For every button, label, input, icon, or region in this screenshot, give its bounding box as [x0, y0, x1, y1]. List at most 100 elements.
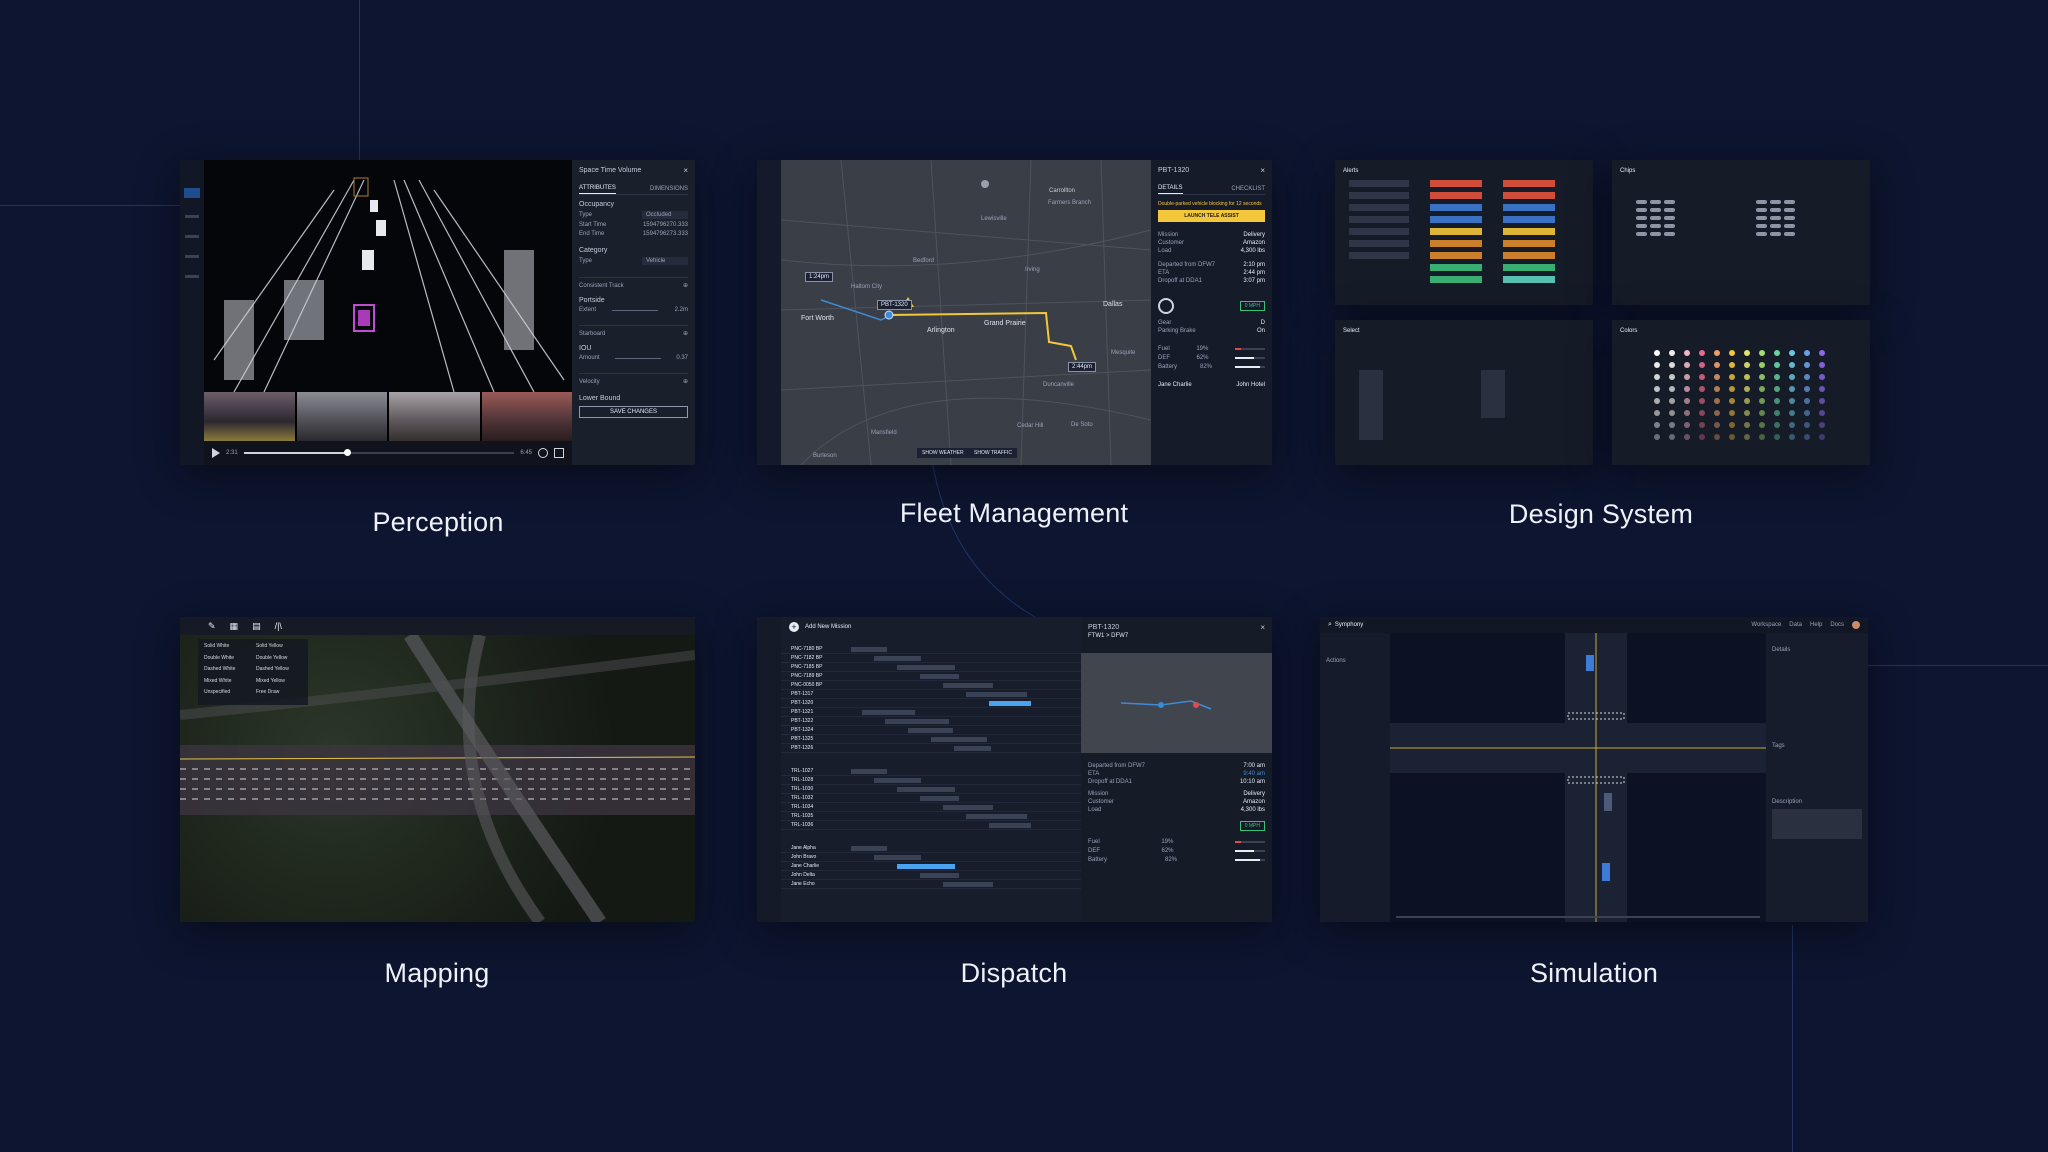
schedule-block[interactable]	[954, 746, 991, 751]
schedule-row[interactable]: Jane Charlie	[781, 862, 1086, 871]
schedule-row[interactable]: TRL-1036	[781, 821, 1086, 830]
aerial-map[interactable]: Solid White Solid Yellow Double White Do…	[180, 631, 695, 922]
ds-colors-card[interactable]: Colors	[1612, 320, 1870, 465]
simulation-card[interactable]: ⌕ Symphony Workspace Data Help Docs Acti…	[1320, 617, 1868, 922]
schedule-block[interactable]	[874, 855, 921, 860]
lane-option[interactable]: Mixed White	[204, 678, 250, 690]
schedule-block[interactable]	[989, 701, 1031, 706]
select-dropdown-1[interactable]	[1359, 370, 1383, 440]
layers-icon[interactable]: ▤	[252, 621, 261, 632]
rail-item[interactable]	[185, 255, 199, 258]
tab-details[interactable]: DETAILS	[1158, 183, 1183, 194]
add-mission-label[interactable]: Add New Mission	[805, 624, 851, 630]
extent-slider[interactable]	[612, 309, 659, 311]
consistent-track[interactable]: Consistent Track	[579, 283, 624, 289]
rail-active-item[interactable]	[184, 188, 200, 198]
schedule-row[interactable]: PNC-0050 BP	[781, 681, 1086, 690]
add-mission-icon[interactable]: +	[789, 622, 799, 632]
schedule-row[interactable]: John Delta	[781, 871, 1086, 880]
schedule-block[interactable]	[943, 882, 993, 887]
sim-nav-workspace[interactable]: Workspace	[1751, 622, 1781, 628]
perception-card[interactable]: 2:31 6:45 Space Time Volume × ATTRIBUTES…	[180, 160, 695, 465]
schedule-row[interactable]: TRL-1035	[781, 812, 1086, 821]
schedule-row[interactable]: PBT-1324	[781, 726, 1086, 735]
sim-timeline[interactable]	[1396, 916, 1760, 918]
schedule-block[interactable]	[920, 674, 959, 679]
schedule-block[interactable]	[897, 665, 955, 670]
add-icon[interactable]: ⊕	[683, 378, 688, 385]
speed-icon[interactable]	[538, 448, 548, 458]
lane-option[interactable]: Dashed Yellow	[256, 666, 302, 678]
sim-nav-data[interactable]: Data	[1789, 622, 1802, 628]
route-badge[interactable]: PBT-1320	[877, 300, 912, 310]
save-changes-button[interactable]: SAVE CHANGES	[579, 406, 688, 418]
schedule-row[interactable]: PBT-1320	[781, 699, 1086, 708]
avatar[interactable]	[1852, 621, 1860, 629]
schedule-row[interactable]: PNC-7189 BP	[781, 672, 1086, 681]
extent-value[interactable]: 2.2m	[675, 307, 688, 313]
lane-option[interactable]: Double White	[204, 655, 250, 667]
schedule-block[interactable]	[920, 796, 959, 801]
schedule-block[interactable]	[851, 846, 887, 851]
ds-alerts-card[interactable]: Alerts	[1335, 160, 1593, 305]
velocity[interactable]: Velocity	[579, 379, 600, 385]
scrubber-track[interactable]	[243, 449, 515, 456]
tab-checklist[interactable]: CHECKLIST	[1231, 184, 1265, 194]
eta-badge[interactable]: 2:44pm	[1068, 362, 1097, 372]
scrubber-knob[interactable]	[343, 449, 351, 456]
lane-option[interactable]: Mixed Yellow	[256, 678, 302, 690]
ds-select-card[interactable]: Select	[1335, 320, 1593, 465]
starboard[interactable]: Starboard	[579, 331, 605, 337]
fleet-card[interactable]: Carrollton Farmers Branch Fort Worth Arl…	[757, 160, 1272, 465]
origin-badge[interactable]: 1:24pm	[805, 272, 834, 282]
schedule-block[interactable]	[920, 873, 959, 878]
type-select[interactable]: Occluded	[642, 211, 688, 219]
camera-thumb-2[interactable]	[296, 392, 387, 441]
schedule-block[interactable]	[851, 769, 887, 774]
rail-item[interactable]	[185, 235, 199, 238]
lane-option[interactable]: Solid Yellow	[256, 643, 302, 655]
tab-attributes[interactable]: ATTRIBUTES	[579, 183, 616, 194]
schedule-block[interactable]	[874, 778, 921, 783]
rail-item[interactable]	[185, 275, 199, 278]
camera-thumb-4[interactable]	[481, 392, 572, 441]
tab-dimensions[interactable]: DIMENSIONS	[650, 184, 688, 194]
schedule-row[interactable]: TRL-1027	[781, 767, 1086, 776]
sim-intersection-view[interactable]	[1390, 633, 1766, 922]
schedule-row[interactable]: PNC-7185 BP	[781, 663, 1086, 672]
schedule-block[interactable]	[943, 683, 993, 688]
schedule-block[interactable]	[931, 737, 987, 742]
category-select[interactable]: Vehicle	[642, 257, 688, 265]
pencil-icon[interactable]: ✎	[208, 621, 216, 632]
schedule-row[interactable]: PNC-7180 BP	[781, 645, 1086, 654]
dispatch-card[interactable]: + Add New Mission PNC-7180 BP PNC-7182 BP…	[757, 617, 1272, 922]
schedule-row[interactable]: PBT-1322	[781, 717, 1086, 726]
schedule-row[interactable]: TRL-1030	[781, 785, 1086, 794]
lane-option[interactable]: Double Yellow	[256, 655, 302, 667]
schedule-row[interactable]: TRL-1028	[781, 776, 1086, 785]
play-icon[interactable]	[212, 448, 220, 458]
schedule-block[interactable]	[943, 805, 993, 810]
schedule-row[interactable]: PBT-1317	[781, 690, 1086, 699]
add-icon[interactable]: ⊕	[683, 330, 688, 337]
schedule-block[interactable]	[851, 647, 887, 652]
close-icon[interactable]: ×	[1260, 166, 1265, 175]
sim-search-icon[interactable]: ⌕	[1328, 621, 1332, 629]
ds-chips-card[interactable]: Chips	[1612, 160, 1870, 305]
lane-option[interactable]: Dashed White	[204, 666, 250, 678]
show-weather-button[interactable]: SHOW WEATHER	[917, 448, 969, 458]
schedule-block[interactable]	[874, 656, 921, 661]
close-icon[interactable]: ×	[683, 166, 688, 175]
schedule-block[interactable]	[989, 823, 1031, 828]
settings-icon[interactable]	[554, 448, 564, 458]
add-icon[interactable]: ⊕	[683, 282, 688, 289]
show-traffic-button[interactable]: SHOW TRAFFIC	[969, 448, 1017, 458]
launch-tele-assist-button[interactable]: LAUNCH TELE ASSIST	[1158, 210, 1265, 222]
schedule-block[interactable]	[966, 692, 1027, 697]
lidar-viewport[interactable]	[204, 160, 572, 392]
camera-thumb-1[interactable]	[204, 392, 295, 441]
mapping-card[interactable]: ✎ ▦ ▤ /|\ Solid White Solid Yellow Doubl…	[180, 617, 695, 922]
camera-thumb-3[interactable]	[389, 392, 480, 441]
schedule-row[interactable]: Jane Echo	[781, 880, 1086, 889]
sim-nav-help[interactable]: Help	[1810, 622, 1822, 628]
